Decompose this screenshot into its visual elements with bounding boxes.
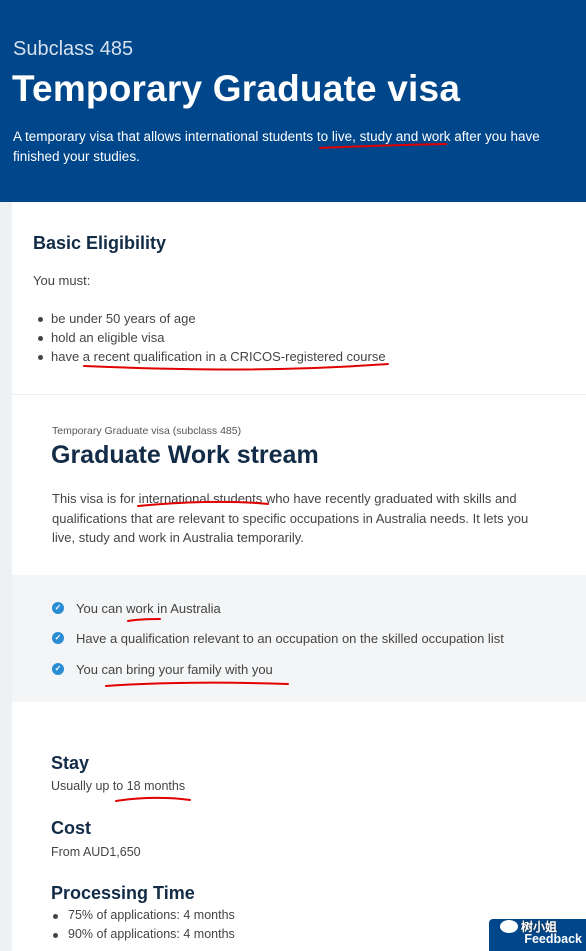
cost-heading: Cost (51, 818, 91, 838)
basic-eligibility-card: Basic Eligibility You must: be under 50 … (12, 202, 586, 394)
list-item: have a recent qualification in a CRICOS-… (38, 349, 386, 368)
check-icon: ✓ (52, 632, 64, 644)
left-gutter (0, 202, 12, 951)
check-icon: ✓ (52, 602, 64, 614)
stream-title: Graduate Work stream (51, 441, 319, 469)
basic-eligibility-heading: Basic Eligibility (33, 233, 167, 253)
processing-list: 75% of applications: 4 months 90% of app… (51, 908, 235, 946)
check-icon: ✓ (52, 663, 64, 675)
stay-section: Stay Usually up to 18 months (51, 753, 185, 793)
list-item: 90% of applications: 4 months (51, 927, 235, 946)
feature-item: ✓ Have a qualification relevant to an oc… (52, 628, 504, 648)
cost-value: From AUD1,650 (51, 845, 141, 859)
processing-heading: Processing Time (51, 883, 195, 903)
watermark: 树小姐 (500, 918, 557, 935)
visa-subclass: Subclass 485 (13, 38, 134, 60)
stream-features: ✓ You can work in Australia ✓ Have a qua… (12, 575, 586, 702)
stream-breadcrumb: Temporary Graduate visa (subclass 485) (52, 425, 242, 437)
visa-description: A temporary visa that allows internation… (13, 129, 540, 164)
chat-bubble-icon (500, 920, 518, 933)
feature-label: You can work in Australia (76, 600, 221, 616)
cost-section: Cost From AUD1,650 (51, 818, 141, 859)
list-item: hold an eligible visa (38, 330, 386, 349)
list-item: be under 50 years of age (38, 311, 386, 330)
feature-item: ✓ You can bring your family with you (52, 659, 273, 679)
eligibility-intro: You must: (33, 273, 91, 288)
stay-heading: Stay (51, 753, 90, 773)
processing-section: Processing Time 75% of applications: 4 m… (51, 883, 235, 946)
page-title: Temporary Graduate visa (12, 68, 461, 109)
feature-label: Have a qualification relevant to an occu… (76, 630, 504, 646)
eligibility-list: be under 50 years of age hold an eligibl… (38, 311, 386, 368)
page-header: Subclass 485 Temporary Graduate visa A t… (0, 0, 586, 202)
list-item: 75% of applications: 4 months (51, 908, 235, 927)
feature-item: ✓ You can work in Australia (52, 598, 221, 618)
stay-value: Usually up to 18 months (51, 779, 186, 793)
watermark-text: 树小姐 (521, 920, 558, 934)
stream-description: This visa is for international students … (52, 491, 529, 545)
feature-label: You can bring your family with you (76, 661, 273, 677)
